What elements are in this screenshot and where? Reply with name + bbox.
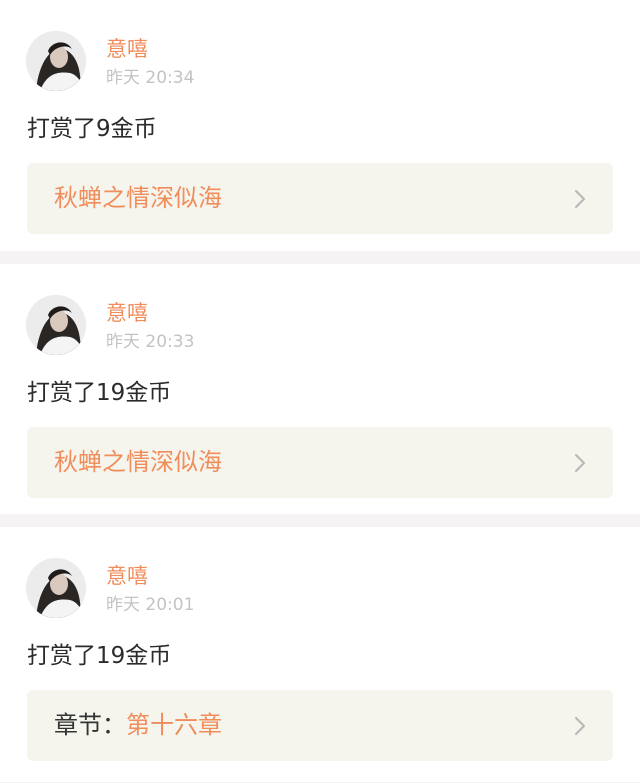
chevron-right-icon [573,453,587,473]
chevron-right-icon [573,189,587,209]
timestamp: 昨天 20:01 [106,595,195,615]
link-text: 秋蝉之情深似海 [54,447,222,477]
book-link[interactable]: 秋蝉之情深似海 [27,427,613,498]
link-prefix: 章节： [54,711,126,739]
card-header: 意嘻 昨天 20:34 [26,31,586,93]
feed-card: 意嘻 昨天 20:33 打赏了19金币 秋蝉之情深似海 [0,264,640,514]
user-avatar[interactable] [26,558,86,618]
reward-text: 打赏了9金币 [27,116,157,142]
link-text: 秋蝉之情深似海 [54,183,222,213]
avatar-image-icon [26,558,86,618]
user-avatar[interactable] [26,295,86,355]
timestamp: 昨天 20:33 [106,332,195,352]
timestamp: 昨天 20:34 [106,68,195,88]
feed-card: 意嘻 昨天 20:34 打赏了9金币 秋蝉之情深似海 [0,0,640,251]
card-header: 意嘻 昨天 20:01 [26,558,586,620]
link-title: 秋蝉之情深似海 [54,184,222,212]
user-name[interactable]: 意嘻 [106,564,148,588]
chevron-right-icon [573,716,587,736]
avatar-image-icon [26,31,86,91]
chapter-link[interactable]: 章节：第十六章 [27,690,613,761]
link-text: 章节：第十六章 [54,710,222,740]
reward-text: 打赏了19金币 [27,643,172,669]
feed-card: 意嘻 昨天 20:01 打赏了19金币 章节：第十六章 [0,527,640,782]
reward-text: 打赏了19金币 [27,380,172,406]
avatar-image-icon [26,295,86,355]
reward-feed: 意嘻 昨天 20:34 打赏了9金币 秋蝉之情深似海 意嘻 昨天 20:33 打… [0,0,640,782]
link-title: 秋蝉之情深似海 [54,448,222,476]
user-avatar[interactable] [26,31,86,91]
user-name[interactable]: 意嘻 [106,301,148,325]
link-title: 第十六章 [126,711,222,739]
book-link[interactable]: 秋蝉之情深似海 [27,163,613,234]
user-name[interactable]: 意嘻 [106,37,148,61]
card-header: 意嘻 昨天 20:33 [26,295,586,357]
